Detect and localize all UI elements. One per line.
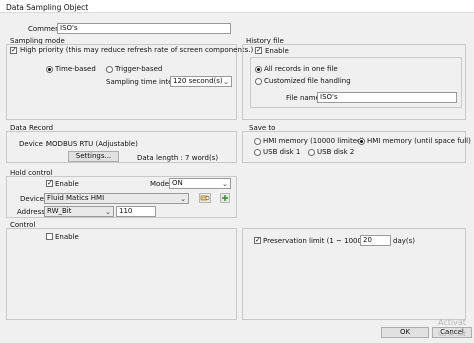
data-record-device-value: MODBUS RTU (Adjustable) bbox=[46, 140, 138, 148]
hmi-memory-full-radio[interactable] bbox=[358, 138, 365, 145]
save-to-group bbox=[242, 131, 466, 163]
check-icon: ✓ bbox=[256, 46, 262, 54]
customized-label: Customized file handling bbox=[264, 77, 351, 85]
address-picker-glyph bbox=[200, 195, 210, 201]
hold-mode-value: ON bbox=[172, 179, 183, 187]
usb-disk-2-label: USB disk 2 bbox=[317, 148, 355, 156]
history-enable-label: Enable bbox=[265, 47, 289, 55]
hmi-memory-full-label: HMI memory (until space full) bbox=[367, 137, 471, 145]
control-enable-checkbox[interactable] bbox=[46, 233, 53, 240]
plus-glyph bbox=[222, 195, 228, 201]
hold-mode-select[interactable]: ON ⌄ bbox=[169, 178, 231, 189]
chevron-down-icon: ⌄ bbox=[180, 195, 186, 203]
plus-icon[interactable] bbox=[220, 193, 230, 203]
hold-address-type-value: RW_Bit bbox=[47, 207, 72, 215]
chevron-down-icon: ⌄ bbox=[105, 208, 111, 216]
hmi-memory-limited-radio[interactable] bbox=[254, 138, 261, 145]
all-records-label: All records in one file bbox=[264, 65, 338, 73]
trigger-based-label: Trigger-based bbox=[115, 65, 163, 73]
trigger-based-radio[interactable] bbox=[106, 66, 113, 73]
usb-disk-1-radio[interactable] bbox=[254, 149, 261, 156]
hold-enable-checkbox[interactable]: ✓ bbox=[46, 180, 53, 187]
interval-value: 120 second(s) bbox=[173, 77, 223, 85]
hold-address-type-select[interactable]: RW_Bit ⌄ bbox=[44, 206, 114, 217]
preservation-checkbox[interactable]: ✓ bbox=[254, 237, 261, 244]
hold-device-value: Fluid Matics HMI bbox=[47, 194, 105, 202]
comment-input[interactable]: ISO's bbox=[57, 23, 231, 34]
time-based-label: Time-based bbox=[55, 65, 96, 73]
high-priority-checkbox[interactable]: ✓ bbox=[10, 47, 17, 54]
control-enable-label: Enable bbox=[55, 233, 79, 241]
ok-button[interactable]: OK bbox=[381, 327, 429, 338]
file-name-input[interactable]: ISO's bbox=[317, 92, 457, 103]
interval-select[interactable]: 120 second(s) ⌄ bbox=[170, 76, 232, 87]
data-length-label: Data length : 7 word(s) bbox=[137, 154, 219, 162]
chevron-down-icon: ⌄ bbox=[223, 78, 229, 86]
high-priority-label: High priority (this may reduce refresh r… bbox=[20, 46, 254, 54]
customized-radio[interactable] bbox=[255, 78, 262, 85]
window-title: Data Sampling Object bbox=[6, 3, 89, 12]
usb-disk-2-radio[interactable] bbox=[308, 149, 315, 156]
hold-enable-label: Enable bbox=[55, 180, 79, 188]
hmi-memory-limited-label: HMI memory (10000 limited) bbox=[263, 137, 365, 145]
check-icon: ✓ bbox=[11, 46, 17, 54]
check-icon: ✓ bbox=[47, 179, 53, 187]
hold-address-input[interactable]: 110 bbox=[116, 206, 156, 217]
data-record-device-label: Device : bbox=[19, 140, 48, 148]
address-picker-icon[interactable] bbox=[199, 193, 211, 203]
all-records-radio[interactable] bbox=[255, 66, 262, 73]
watermark-line-1: Activat bbox=[438, 318, 466, 327]
settings-button[interactable]: Settings... bbox=[68, 151, 119, 162]
preservation-unit: day(s) bbox=[393, 237, 415, 245]
hold-device-select[interactable]: Fluid Matics HMI ⌄ bbox=[44, 193, 189, 204]
chevron-down-icon: ⌄ bbox=[222, 180, 228, 188]
check-icon: ✓ bbox=[255, 236, 261, 244]
control-group bbox=[6, 228, 237, 320]
history-enable-checkbox[interactable]: ✓ bbox=[255, 47, 262, 54]
preservation-days-input[interactable]: 20 bbox=[360, 235, 391, 246]
usb-disk-1-label: USB disk 1 bbox=[263, 148, 301, 156]
time-based-radio[interactable] bbox=[46, 66, 53, 73]
watermark-line-2: Go to Set bbox=[438, 331, 467, 338]
